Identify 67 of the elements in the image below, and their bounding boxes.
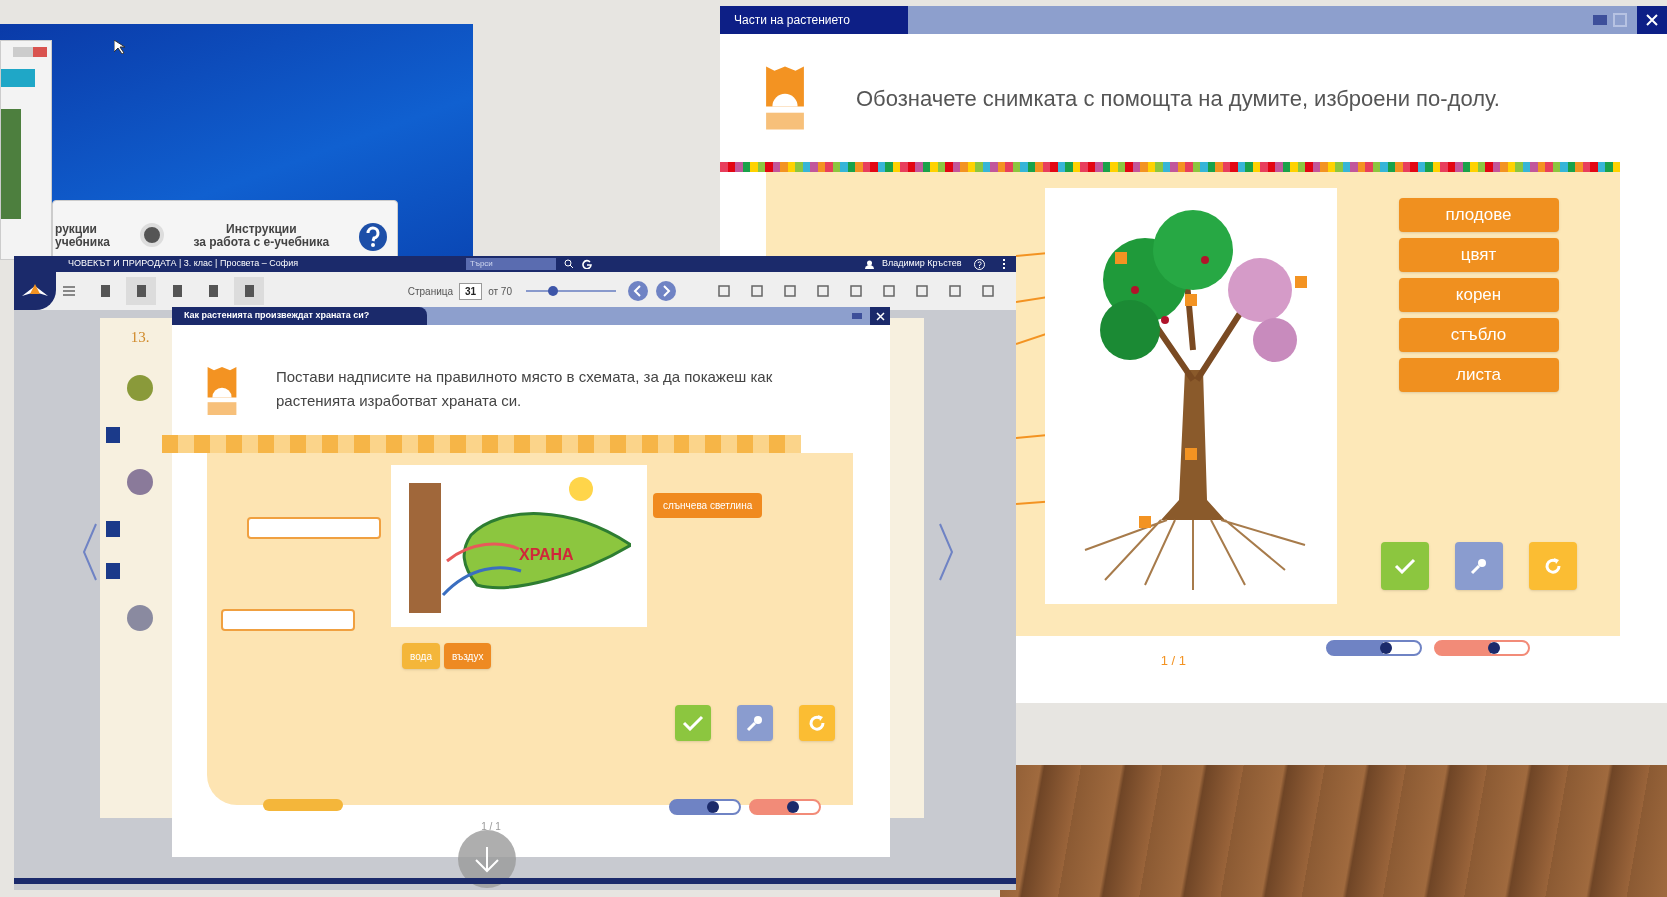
- book-page-number: 13.: [130, 328, 150, 347]
- previous-page-button[interactable]: [628, 281, 648, 301]
- drop-field[interactable]: [247, 517, 381, 539]
- page-link-icon[interactable]: [106, 426, 120, 443]
- toggle-switch[interactable]: [1326, 640, 1422, 656]
- help-icon[interactable]: [974, 258, 985, 270]
- food-label: ХРАНА: [519, 545, 574, 565]
- page-field[interactable]: 31: [459, 282, 483, 300]
- check-icon: [682, 715, 704, 731]
- key-icon: [746, 714, 764, 732]
- answer-tag[interactable]: слънчева светлина: [653, 493, 763, 518]
- check-button[interactable]: [675, 705, 711, 741]
- page-total: от 70: [488, 284, 512, 299]
- page-counter: 1 / 1: [481, 820, 501, 834]
- next-page-button[interactable]: [656, 281, 676, 301]
- page-link-icon[interactable]: [106, 562, 120, 579]
- word-chip[interactable]: листа: [1398, 358, 1559, 392]
- page-link-icon[interactable]: [106, 520, 120, 537]
- instruction-text: Обозначете снимката с помощта на думите, изброени по-долу.: [856, 84, 1500, 113]
- close-button[interactable]: [1637, 6, 1667, 34]
- word-chip[interactable]: корен: [1398, 278, 1559, 312]
- page-label: Страница: [407, 284, 454, 299]
- dialog-title: Как растенията произвеждат храната си?: [172, 307, 427, 325]
- close-icon: [875, 311, 885, 321]
- word-chip[interactable]: стъбло: [1398, 318, 1559, 352]
- check-button[interactable]: [1380, 542, 1429, 590]
- film-reel-icon: [139, 223, 164, 247]
- more-menu-icon[interactable]: [1003, 259, 1006, 269]
- window-title: Части на растението: [720, 6, 908, 34]
- instructions-title: Инструкции: [226, 223, 297, 236]
- window-controls-icon: [13, 47, 47, 57]
- page-view-icon[interactable]: [234, 277, 264, 305]
- reset-button[interactable]: [799, 705, 835, 741]
- check-icon: [1393, 558, 1416, 574]
- window-text: учебника: [55, 236, 110, 249]
- drop-field[interactable]: [221, 609, 355, 631]
- word-chip[interactable]: въздух: [443, 643, 492, 669]
- cursor-icon: [114, 40, 125, 54]
- book-title: ЧОВЕКЪТ И ПРИРОДАТА | 3. клас | Просвета – София: [68, 257, 300, 271]
- toggle-switch[interactable]: [669, 799, 741, 815]
- publisher-logo: [206, 365, 238, 417]
- question-text: Постави надписите на правилното място в схемата, за да покажеш как растенията изработват храната си.: [276, 367, 774, 411]
- toggle-switch[interactable]: [1434, 640, 1530, 656]
- window-text: рукции: [55, 223, 97, 236]
- help-icon: [358, 223, 387, 251]
- page-view-icon[interactable]: [126, 277, 156, 305]
- page-counter: 1 / 1: [1160, 652, 1186, 671]
- g-icon[interactable]: [582, 259, 592, 269]
- reset-icon: [807, 713, 827, 733]
- key-icon: [1469, 557, 1488, 575]
- word-chip[interactable]: плодове: [1398, 198, 1559, 232]
- user-name[interactable]: Владимир Кръстев: [882, 257, 966, 271]
- word-chip[interactable]: цвят: [1398, 238, 1559, 272]
- user-icon: [865, 259, 874, 269]
- down-arrow-icon: [472, 844, 502, 874]
- publisher-logo: [764, 64, 806, 132]
- reset-button[interactable]: [1528, 542, 1577, 590]
- menu-icon[interactable]: [62, 285, 76, 297]
- toggle-switch[interactable]: [749, 799, 821, 815]
- close-button[interactable]: [870, 307, 890, 325]
- close-icon: [1646, 14, 1658, 26]
- instructions-subtitle: за работа с е-учебника: [193, 236, 330, 249]
- word-chip[interactable]: вода: [402, 643, 440, 669]
- search-icon[interactable]: [564, 259, 574, 269]
- key-button[interactable]: [1454, 542, 1503, 590]
- key-button[interactable]: [737, 705, 773, 741]
- search-field[interactable]: Търси: [466, 258, 556, 270]
